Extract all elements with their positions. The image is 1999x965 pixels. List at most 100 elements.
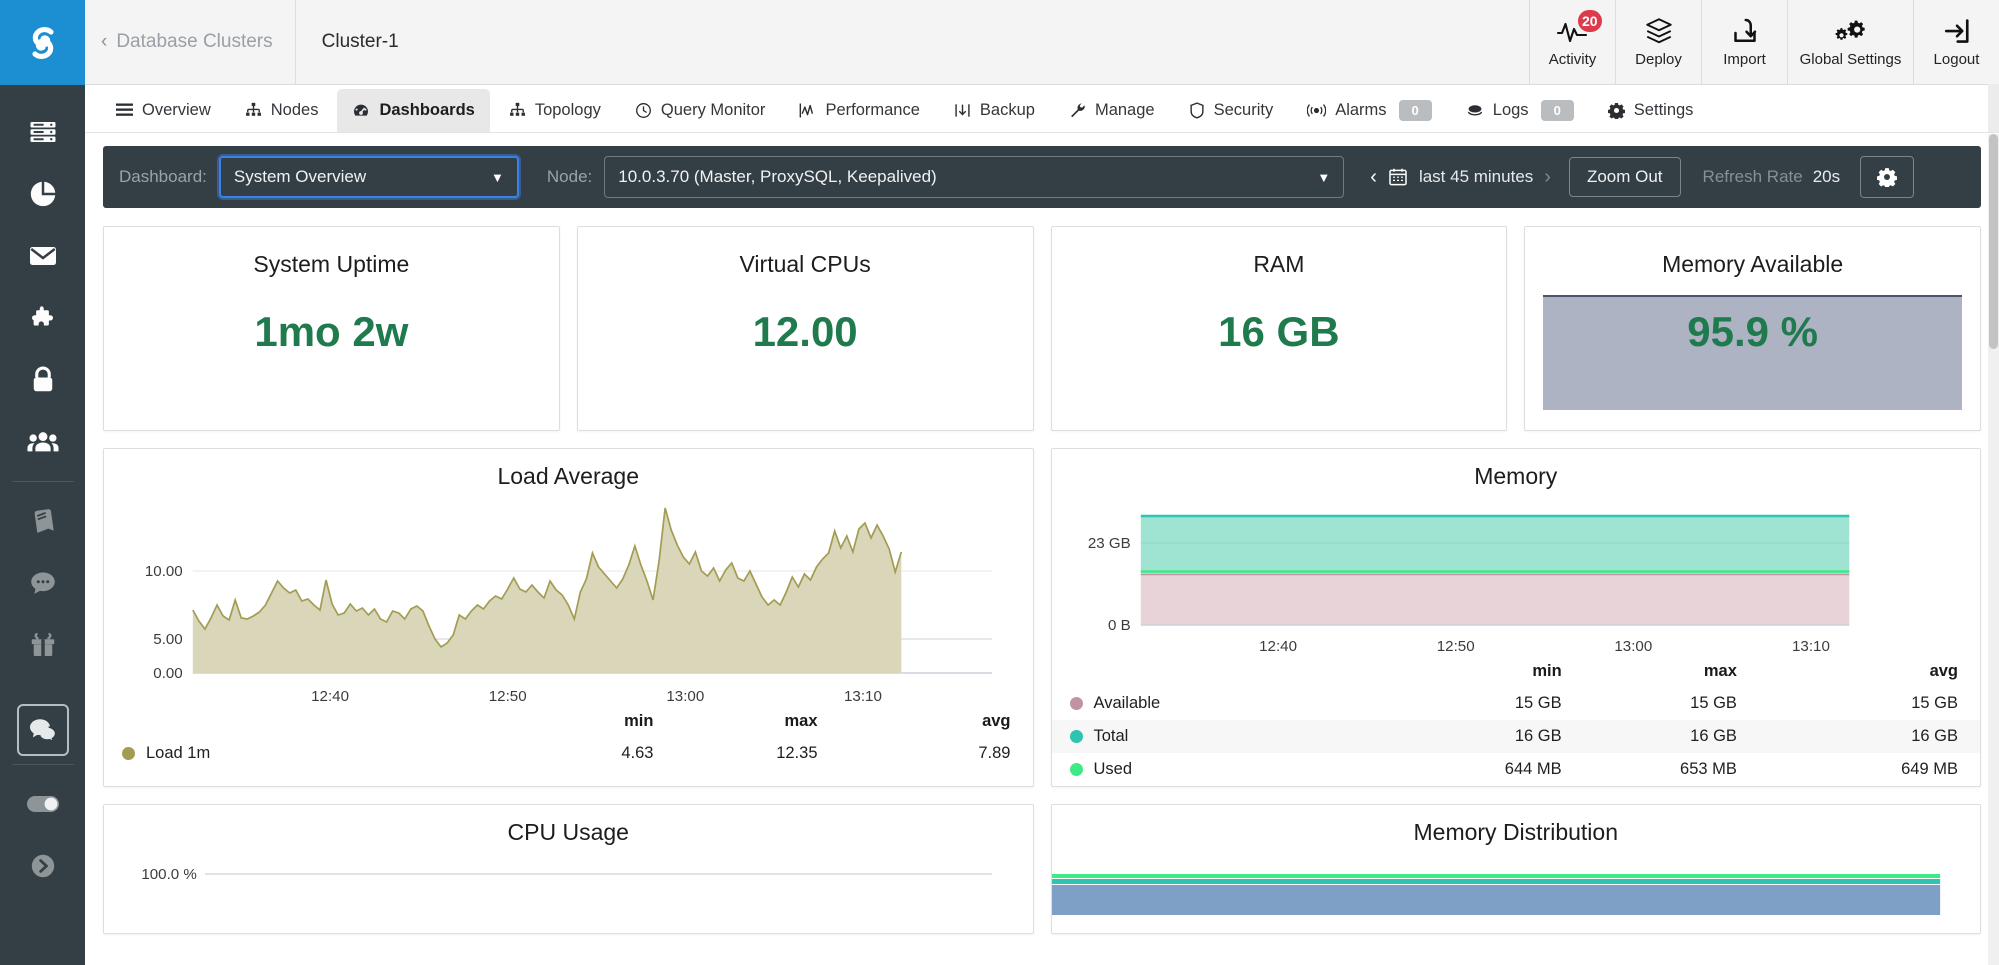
broadcast-icon xyxy=(1307,102,1327,119)
stack-layers-icon xyxy=(1644,16,1674,46)
tab-backup[interactable]: Backup xyxy=(939,89,1050,132)
gift-icon[interactable] xyxy=(0,614,85,676)
legend-avg-header: avg xyxy=(982,712,1011,730)
tab-security[interactable]: Security xyxy=(1174,89,1289,132)
comment-dots-icon[interactable] xyxy=(0,552,85,614)
panel-memory-distribution: Memory Distribution xyxy=(1050,804,1981,935)
tab-overview[interactable]: Overview xyxy=(101,89,226,132)
legend-min-cell: 4.63 xyxy=(621,744,654,763)
pie-chart-icon[interactable] xyxy=(0,163,85,225)
tab-manage[interactable]: Manage xyxy=(1054,89,1170,132)
logout-label: Logout xyxy=(1933,51,1980,68)
tab-settings-label: Settings xyxy=(1633,101,1694,119)
tab-alarms[interactable]: Alarms 0 xyxy=(1292,89,1447,132)
tab-query-monitor[interactable]: Query Monitor xyxy=(620,89,781,132)
series-color-dot xyxy=(1069,697,1083,711)
logs-icon xyxy=(1466,102,1484,119)
application-root: ‹ Database Clusters Cluster-1 20 Activit… xyxy=(0,0,1999,965)
panel-memory: Memory 23 GB 0 B 12:40 12:50 13:00 13:10… xyxy=(1050,448,1981,788)
memory-plot[interactable]: 23 GB 0 B 12:40 12:50 13:00 13:10 xyxy=(1052,496,1981,656)
legend-max-cell: 653 MB xyxy=(1680,760,1737,779)
stat-value: 95.9 % xyxy=(1687,308,1818,355)
stat-card-ram: RAM 16 GB xyxy=(1050,226,1508,431)
tab-security-label: Security xyxy=(1213,101,1274,119)
stat-card-system-uptime: System Uptime 1mo 2w xyxy=(103,226,560,431)
time-range-value[interactable]: last 45 minutes xyxy=(1419,167,1533,187)
logout-button[interactable]: Logout xyxy=(1913,0,1999,84)
svg-text:100.0 %: 100.0 % xyxy=(141,866,196,883)
band-green xyxy=(1051,874,1940,879)
header-spacer xyxy=(425,0,1529,84)
node-select-value: 10.0.3.70 (Master, ProxySQL, Keepalived) xyxy=(618,167,937,186)
series-color-dot xyxy=(1069,730,1083,744)
tab-logs[interactable]: Logs 0 xyxy=(1451,89,1589,132)
puzzle-piece-icon[interactable] xyxy=(0,287,85,349)
severalnines-logo-icon[interactable] xyxy=(0,0,85,85)
panel-load-average: Load Average 10.00 5.00 0.00 12:40 12:50… xyxy=(103,448,1034,788)
table-row[interactable]: Available 15 GB 15 GB 15 GB xyxy=(1052,687,1981,720)
svg-text:13:10: 13:10 xyxy=(1792,638,1830,655)
gears-icon xyxy=(1834,16,1868,46)
time-next-button[interactable]: › xyxy=(1544,166,1551,189)
tab-topology[interactable]: Topology xyxy=(494,89,616,132)
series-name: Load 1m xyxy=(146,744,211,763)
legend-min-header: min xyxy=(1532,662,1562,680)
node-select[interactable]: 10.0.3.70 (Master, ProxySQL, Keepalived)… xyxy=(604,156,1345,198)
lock-icon[interactable] xyxy=(0,349,85,411)
tab-settings[interactable]: Settings xyxy=(1593,89,1709,132)
dashboard-settings-button[interactable] xyxy=(1860,156,1915,198)
refresh-rate-value[interactable]: 20s xyxy=(1813,167,1840,187)
legend-max-header: max xyxy=(784,712,818,730)
legend-avg-cell: 15 GB xyxy=(1911,694,1958,713)
alarms-count-badge: 0 xyxy=(1398,100,1432,121)
vertical-scrollbar[interactable] xyxy=(1988,134,1999,965)
svg-text:0.00: 0.00 xyxy=(153,665,182,682)
breadcrumb[interactable]: ‹ Database Clusters xyxy=(85,0,296,84)
chart-line-icon xyxy=(799,102,816,119)
import-button[interactable]: Import xyxy=(1701,0,1787,84)
refresh-rate-label: Refresh Rate xyxy=(1702,167,1803,186)
stat-value: 12.00 xyxy=(752,308,858,355)
stat-card-memory-available: Memory Available 95.9 % xyxy=(1524,226,1981,431)
wrench-icon xyxy=(1069,102,1086,119)
activity-button[interactable]: 20 Activity xyxy=(1529,0,1615,84)
envelope-icon[interactable] xyxy=(0,225,85,287)
tab-performance[interactable]: Performance xyxy=(784,89,934,132)
back-chevron-icon[interactable]: ‹ xyxy=(101,31,107,53)
legend-min-cell: 16 GB xyxy=(1514,727,1562,746)
band-teal xyxy=(1051,879,1940,885)
table-row[interactable]: Total 16 GB 16 GB 16 GB xyxy=(1051,720,1980,754)
dashboard-select[interactable]: System Overview ▼ xyxy=(218,156,519,198)
import-download-icon xyxy=(1730,16,1760,46)
scrollbar-thumb[interactable] xyxy=(1989,134,1998,349)
breadcrumb-parent-link[interactable]: Database Clusters xyxy=(116,31,272,53)
chevron-right-circle-icon[interactable] xyxy=(0,835,85,897)
calendar-icon[interactable] xyxy=(1388,167,1408,187)
svg-text:23 GB: 23 GB xyxy=(1087,535,1130,552)
tab-dashboards[interactable]: Dashboards xyxy=(337,89,490,132)
time-range-control: ‹ last 45 minutes › xyxy=(1370,166,1551,189)
toggle-icon[interactable] xyxy=(0,773,85,835)
users-icon[interactable] xyxy=(0,411,85,473)
time-prev-button[interactable]: ‹ xyxy=(1370,166,1377,189)
book-icon[interactable] xyxy=(0,490,85,552)
svg-text:12:40: 12:40 xyxy=(311,688,349,705)
tab-nodes[interactable]: Nodes xyxy=(230,89,334,132)
memory-legend-table: min max avg Available 15 GB 15 GB 15 GB … xyxy=(1051,656,1981,786)
table-row[interactable]: Used 644 MB 653 MB 649 MB xyxy=(1052,753,1981,786)
table-row[interactable]: Load 1m 4.63 12.35 7.89 xyxy=(104,737,1033,770)
gear-icon xyxy=(1877,168,1898,187)
sidebar-divider-bottom xyxy=(11,764,74,765)
legend-max-cell: 12.35 xyxy=(776,744,818,763)
chat-support-icon[interactable] xyxy=(16,704,69,756)
deploy-button[interactable]: Deploy xyxy=(1615,0,1701,84)
load-average-plot[interactable]: 10.00 5.00 0.00 12:40 12:50 13:00 13:10 xyxy=(104,496,1033,706)
page-title: Cluster-1 xyxy=(321,31,399,52)
global-settings-button[interactable]: Global Settings xyxy=(1787,0,1913,84)
legend-series-cell: Total xyxy=(1052,720,1387,753)
dashboard-control-bar: Dashboard: System Overview ▼ Node: 10.0.… xyxy=(103,146,1981,208)
database-server-icon[interactable] xyxy=(0,101,85,163)
tab-nodes-label: Nodes xyxy=(270,101,319,119)
zoom-out-button[interactable]: Zoom Out xyxy=(1568,157,1681,197)
svg-text:12:50: 12:50 xyxy=(489,688,527,705)
